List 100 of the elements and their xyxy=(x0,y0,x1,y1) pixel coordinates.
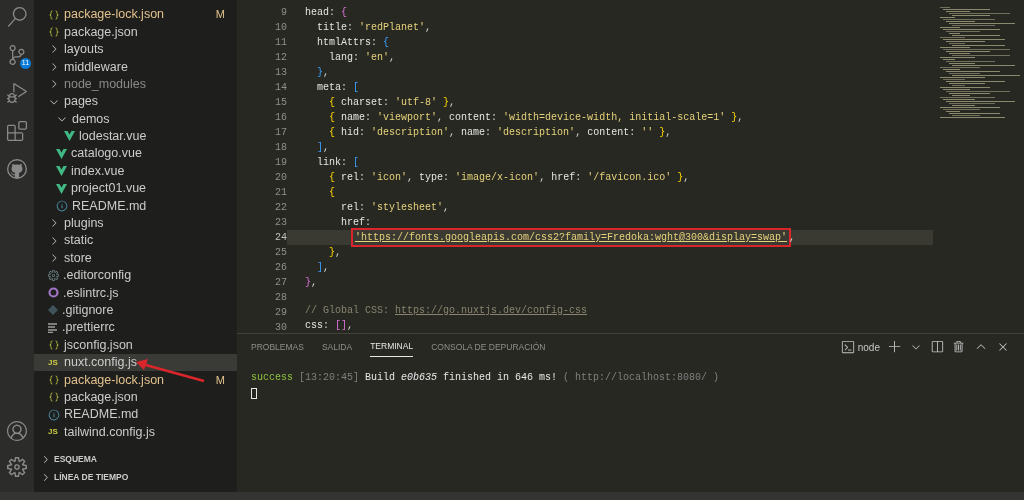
code-line: lang: 'en', xyxy=(328,51,396,65)
file-item[interactable]: .gitignore xyxy=(34,301,237,320)
line-number: 22 xyxy=(275,201,287,215)
line-number: 28 xyxy=(275,291,287,305)
code-line: ], xyxy=(316,261,330,275)
folder-item[interactable]: middleware xyxy=(34,58,237,76)
file-item[interactable]: catalogo.vue xyxy=(34,145,237,163)
line-number: 18 xyxy=(275,141,287,155)
file-item[interactable]: .editorconfig xyxy=(34,266,237,285)
v-shape-icon xyxy=(64,131,75,142)
code-line: { hid: 'description', name: 'description', content: '' }, xyxy=(328,126,672,140)
file-item[interactable]: package-lock.json M xyxy=(34,6,237,24)
line-number: 15 xyxy=(275,96,287,110)
file-item[interactable]: JS tailwind.config.js xyxy=(34,423,237,441)
line-number: 14 xyxy=(275,81,287,95)
code-line: link: [ xyxy=(316,156,360,170)
account-icon[interactable] xyxy=(6,420,28,442)
gear-icon xyxy=(48,270,59,282)
braces-icon xyxy=(48,339,60,352)
line-number: 26 xyxy=(275,261,287,275)
line-number: 17 xyxy=(275,126,287,140)
terminal-icon xyxy=(840,340,855,354)
search-icon[interactable] xyxy=(6,6,28,28)
folder-item[interactable]: demos xyxy=(34,110,237,128)
code-line: // Global CSS: https://go.nuxtjs.dev/config-css xyxy=(304,304,588,318)
file-item[interactable]: package.json xyxy=(34,388,237,406)
line-number: 12 xyxy=(275,51,287,65)
panel-tab[interactable]: PROBLEMAS xyxy=(251,337,304,357)
file-item[interactable]: README.md xyxy=(34,197,237,215)
ring-icon xyxy=(48,287,59,299)
line-number: 9 xyxy=(281,6,287,20)
folder-item[interactable]: static xyxy=(34,232,237,250)
folder-item[interactable]: store xyxy=(34,249,237,267)
play-bug-icon[interactable] xyxy=(6,82,28,104)
code-line: css: [], xyxy=(304,319,354,333)
code-line: rel: 'stylesheet', xyxy=(340,201,450,215)
info-icon xyxy=(48,408,60,421)
panel-tab[interactable]: TERMINAL xyxy=(370,337,414,357)
code-line: ], xyxy=(316,141,330,155)
terminal-profile-button[interactable]: node xyxy=(840,339,880,355)
line-number: 23 xyxy=(275,216,287,230)
braces-icon xyxy=(48,8,60,21)
js-icon: JS xyxy=(48,426,60,439)
file-item[interactable]: .eslintrc.js xyxy=(34,284,237,302)
file-item[interactable]: project01.vue xyxy=(34,179,237,198)
v-shape-icon xyxy=(56,148,67,159)
v-shape-icon xyxy=(56,183,67,194)
terminal-output-line: success [13:20:45] Build e0b635 finished in 646 ms! ( http://localhost:8080/ ) xyxy=(251,371,721,385)
line-number: 27 xyxy=(275,276,287,290)
line-number: 11 xyxy=(275,36,287,50)
file-item[interactable]: .prettierrc xyxy=(34,319,237,337)
code-line: { charset: 'utf-8' }, xyxy=(328,96,456,110)
panel-tab[interactable]: CONSOLA DE DEPURACIÓN xyxy=(431,337,546,357)
file-item[interactable]: README.md xyxy=(34,406,237,424)
code-line: }, xyxy=(328,246,342,260)
file-item[interactable]: jsconfig.json xyxy=(34,336,237,354)
info-icon xyxy=(56,200,68,212)
folder-item[interactable]: plugins xyxy=(34,214,237,233)
folder-item[interactable]: pages xyxy=(34,92,237,111)
section-header[interactable]: ESQUEMA xyxy=(34,450,237,468)
code-line: { rel: 'icon', type: 'image/x-icon', href: '/favicon.ico' }, xyxy=(328,171,690,185)
settings-icon[interactable] xyxy=(6,456,28,478)
line-number: 19 xyxy=(275,156,287,170)
line-number: 24 xyxy=(275,231,287,245)
js-icon: JS xyxy=(48,356,60,369)
plus-icon[interactable] xyxy=(888,340,902,354)
lines-icon xyxy=(48,322,58,333)
file-item[interactable]: package.json xyxy=(34,23,237,41)
v-shape-icon xyxy=(56,166,67,177)
folder-item[interactable]: layouts xyxy=(34,40,237,59)
line-number: 10 xyxy=(275,21,287,35)
braces-icon xyxy=(48,26,60,39)
file-item[interactable]: lodestar.vue xyxy=(34,127,237,146)
cat-logo-icon[interactable] xyxy=(6,158,28,180)
panel-tab[interactable]: SALIDA xyxy=(321,337,353,357)
code-line: title: 'redPlanet', xyxy=(316,21,432,35)
file-item[interactable]: package-lock.json M xyxy=(34,371,237,389)
terminal-cursor xyxy=(251,388,257,399)
trash-icon[interactable] xyxy=(952,340,966,354)
braces-icon xyxy=(48,391,60,404)
diamond-icon xyxy=(48,305,58,316)
line-number: 29 xyxy=(275,306,287,320)
file-item[interactable]: JS nuxt.config.js xyxy=(34,353,237,372)
folder-item[interactable]: node_modules xyxy=(34,75,237,93)
line-number: 16 xyxy=(275,111,287,125)
section-header[interactable]: LÍNEA DE TIEMPO xyxy=(34,468,237,486)
blocks-icon[interactable] xyxy=(6,120,28,142)
code-line: { name: 'viewport', content: 'width=device-width, initial-scale=1' }, xyxy=(328,111,744,125)
code-line: meta: [ xyxy=(316,81,360,95)
code-line: }, xyxy=(316,66,330,80)
code-line: htmlAttrs: { xyxy=(316,36,390,50)
line-number: 21 xyxy=(275,186,287,200)
line-number: 25 xyxy=(275,246,287,260)
code-text: , xyxy=(789,231,796,245)
code-line: head: { xyxy=(304,6,348,20)
braces-icon xyxy=(48,373,60,386)
code-line: { xyxy=(328,186,335,200)
split-icon[interactable] xyxy=(930,340,944,354)
line-number: 13 xyxy=(275,66,287,80)
file-item[interactable]: index.vue xyxy=(34,162,237,180)
